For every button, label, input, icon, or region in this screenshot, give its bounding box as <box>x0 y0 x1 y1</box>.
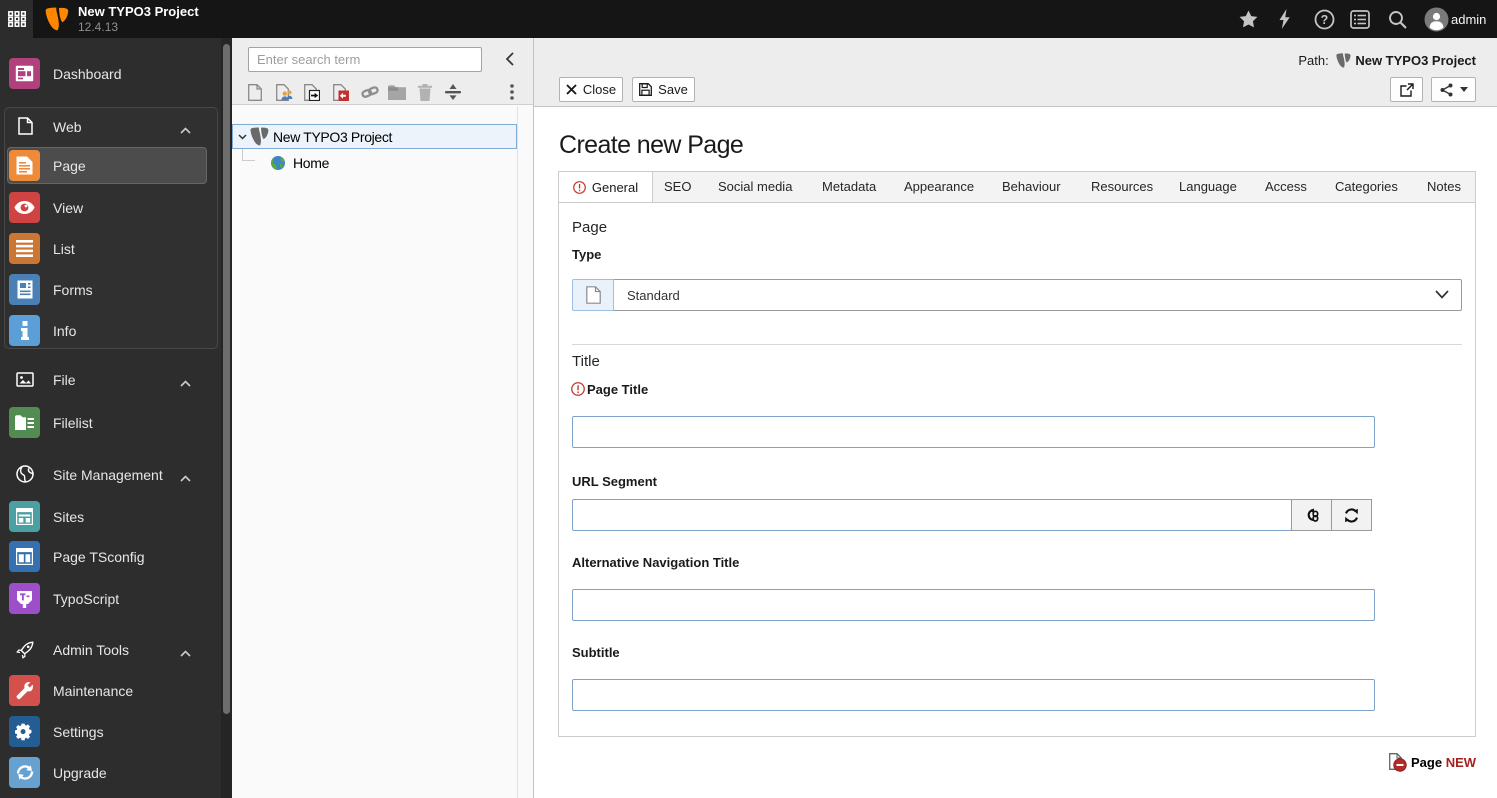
svg-text:?: ? <box>1320 13 1328 27</box>
